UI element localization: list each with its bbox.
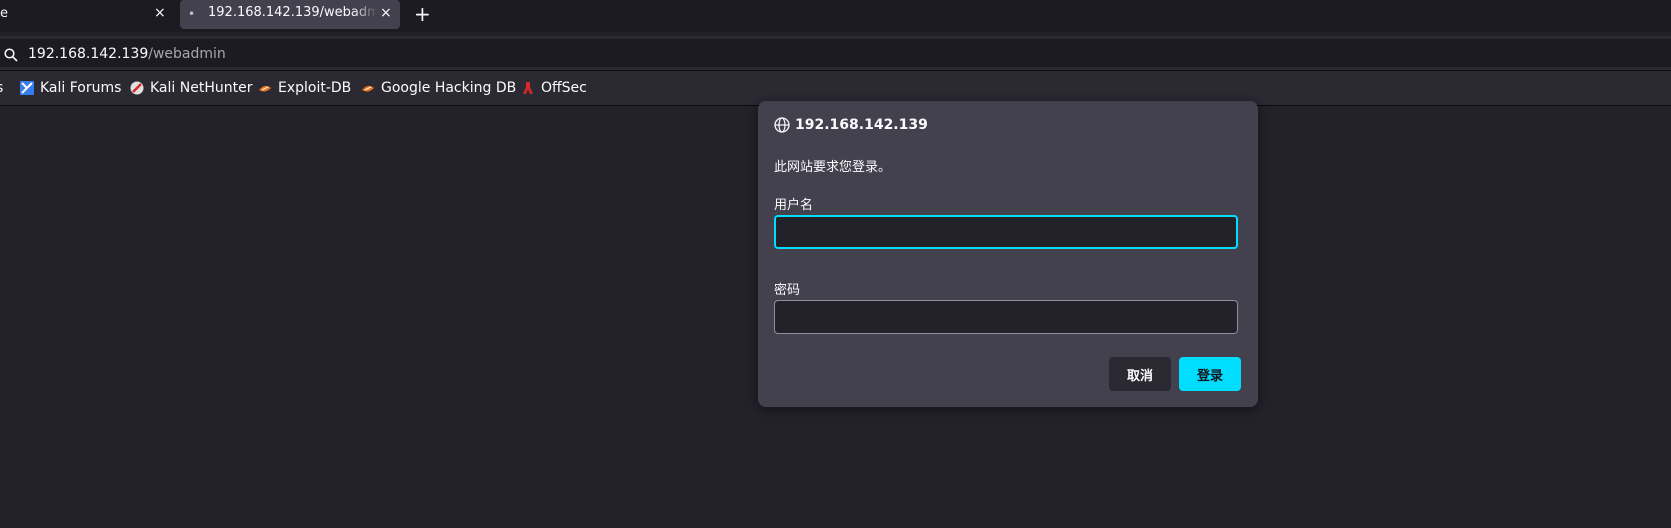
dialog-host: 192.168.142.139 [774,117,928,133]
bookmark-item-exploit-db[interactable]: Exploit-DB [258,80,351,96]
dialog-host-label: 192.168.142.139 [795,117,928,133]
bookmark-label: s [0,80,3,96]
exploit-db-icon [258,81,272,95]
ghdb-icon [361,81,375,95]
bookmark-item-truncated[interactable]: s [0,80,3,96]
bookmark-label: Google Hacking DB [381,80,517,96]
url-host: 192.168.142.139 [28,46,149,62]
offsec-icon [521,81,535,95]
tab-label: e [0,6,8,21]
bookmark-item-offsec[interactable]: OffSec [521,80,587,96]
bookmark-item-kali-forums[interactable]: Kali Forums [20,80,121,96]
tab-label: 192.168.142.139/webadmin [208,5,378,20]
dialog-message: 此网站要求您登录。 [774,160,892,175]
tab-strip: e × • 192.168.142.139/webadmin × + [0,0,1671,32]
tab-active[interactable]: • 192.168.142.139/webadmin × [180,0,400,29]
bookmark-label: OffSec [541,80,587,96]
navigation-toolbar: 192.168.142.139/webadmin [0,36,1671,71]
bookmark-label: Kali Forums [40,80,122,96]
cancel-button[interactable]: 取消 [1109,357,1171,391]
bookmark-item-kali-nethunter[interactable]: Kali NetHunter [130,80,252,96]
bookmark-label: Exploit-DB [278,80,352,96]
tab-favicon-icon: • [188,7,196,21]
tab-inactive[interactable]: e × [0,0,166,28]
kali-nethunter-icon [130,81,144,95]
globe-icon [774,117,790,133]
bookmark-item-google-hacking-db[interactable]: Google Hacking DB [361,80,516,96]
search-icon [4,47,18,66]
tab-close-icon[interactable]: × [154,5,166,21]
login-dialog: 192.168.142.139 此网站要求您登录。 用户名 密码 取消 登录 [758,101,1258,407]
new-tab-button[interactable]: + [414,2,431,26]
username-field[interactable] [774,215,1238,249]
bookmark-label: Kali NetHunter [150,80,253,96]
url-bar[interactable]: 192.168.142.139/webadmin [0,39,1671,67]
username-label: 用户名 [774,198,814,213]
password-field[interactable] [774,300,1238,334]
tab-close-icon[interactable]: × [380,5,392,21]
kali-forums-icon [20,81,34,95]
url-path: /webadmin [148,46,226,62]
url-text: 192.168.142.139/webadmin [28,46,226,62]
login-button[interactable]: 登录 [1179,357,1241,391]
password-label: 密码 [774,283,801,298]
